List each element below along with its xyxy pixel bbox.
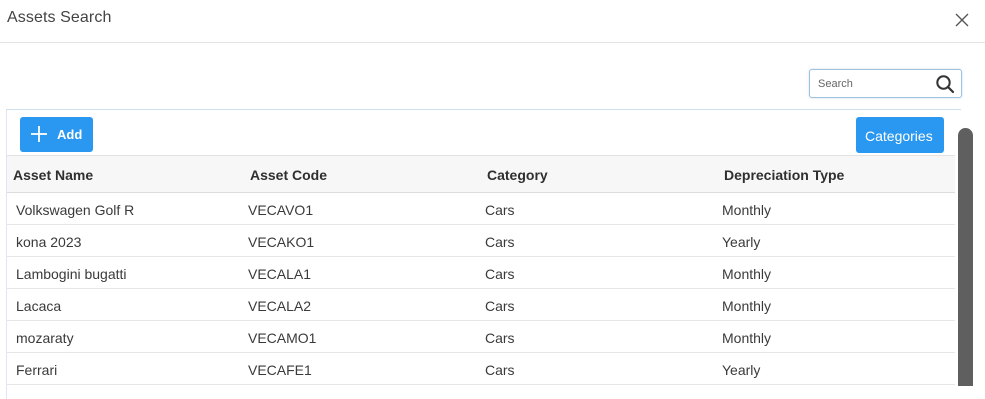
vertical-scrollbar[interactable] (958, 128, 973, 386)
cell-category: Cars (485, 330, 515, 346)
column-header-asset-code[interactable]: Asset Code (250, 167, 327, 183)
assets-grid: Add Categories Asset Name Asset Code Cat… (6, 109, 961, 399)
cell-depreciation-type: Monthly (722, 266, 772, 282)
cell-asset-code: VECALA1 (248, 266, 312, 282)
dialog-title: Assets Search (7, 9, 112, 26)
cell-asset-name: Ferrari (16, 362, 58, 378)
categories-button[interactable]: Categories (856, 117, 944, 153)
add-button-label: Add (57, 127, 83, 142)
cell-category: Cars (485, 362, 515, 378)
table-body: Volkswagen Golf R VECAVO1 Cars Monthly k… (7, 193, 955, 385)
cell-asset-name: Volkswagen Golf R (16, 202, 135, 218)
cell-depreciation-type: Yearly (722, 234, 761, 250)
table-header: Asset Name Asset Code Category Depreciat… (7, 155, 955, 193)
grid-toolbar: Add Categories (7, 110, 955, 155)
table-row[interactable]: kona 2023 VECAKO1 Cars Yearly (7, 225, 955, 257)
cell-category: Cars (485, 266, 515, 282)
cell-asset-name: Lambogini bugatti (16, 266, 127, 282)
cell-asset-code: VECALA2 (248, 298, 312, 314)
table-row[interactable]: mozaraty VECAMO1 Cars Monthly (7, 321, 955, 353)
cell-category: Cars (485, 202, 515, 218)
cell-asset-name: mozaraty (16, 330, 74, 346)
categories-button-label: Categories (865, 128, 933, 144)
cell-asset-name: Lacaca (16, 298, 62, 314)
cell-category: Cars (485, 234, 515, 250)
close-icon (955, 13, 969, 27)
table-row[interactable]: Volkswagen Golf R VECAVO1 Cars Monthly (7, 193, 955, 225)
cell-asset-code: VECAKO1 (248, 234, 315, 250)
cell-depreciation-type: Monthly (722, 202, 772, 218)
cell-depreciation-type: Monthly (722, 330, 772, 346)
plus-icon (31, 126, 47, 142)
cell-asset-code: VECAMO1 (248, 330, 317, 346)
cell-asset-name: kona 2023 (16, 234, 82, 250)
cell-asset-code: VECAVO1 (248, 202, 314, 218)
column-header-category[interactable]: Category (487, 167, 548, 183)
cell-depreciation-type: Monthly (722, 298, 772, 314)
cell-category: Cars (485, 298, 515, 314)
close-button[interactable] (952, 10, 972, 30)
search-icon[interactable] (935, 74, 955, 94)
cell-asset-code: VECAFE1 (248, 362, 312, 378)
table-row[interactable]: Lacaca VECALA2 Cars Monthly (7, 289, 955, 321)
table-row[interactable]: Lambogini bugatti VECALA1 Cars Monthly (7, 257, 955, 289)
search-box (809, 69, 962, 98)
cell-depreciation-type: Yearly (722, 362, 761, 378)
search-input[interactable] (818, 76, 933, 92)
add-button[interactable]: Add (20, 117, 93, 152)
table-row[interactable]: Ferrari VECAFE1 Cars Yearly (7, 353, 955, 385)
column-header-depreciation-type[interactable]: Depreciation Type (724, 167, 844, 183)
column-header-asset-name[interactable]: Asset Name (13, 167, 93, 183)
dialog-header: Assets Search (0, 0, 985, 43)
